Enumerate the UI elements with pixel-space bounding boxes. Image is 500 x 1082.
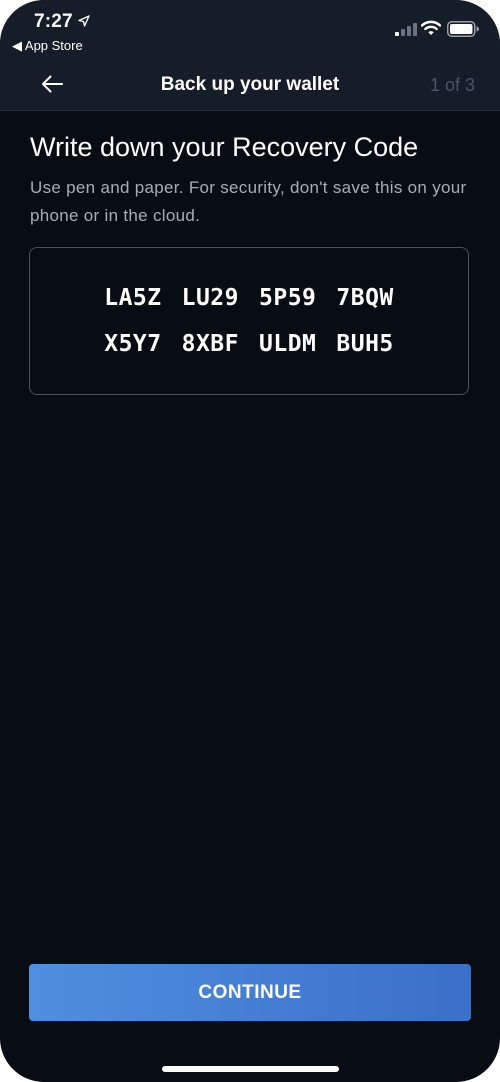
back-to-app-store-link[interactable]: ◀ App Store [12,38,83,54]
section-heading: Write down your Recovery Code [30,132,419,162]
status-time: 7:27 [34,11,73,32]
recovery-code-word: ULDM [259,331,317,357]
phone-screen: 7:27 ◀ App Store Back up your wallet 1 o… [0,0,500,1082]
recovery-code-box: LA5Z LU29 5P59 7BQW X5Y7 8XBF ULDM BUH5 [29,247,469,395]
recovery-code-word: 5P59 [259,285,317,311]
navigation-bar: Back up your wallet 1 of 3 [0,62,500,111]
battery-icon [447,21,479,42]
cellular-signal-icon [395,22,417,41]
home-indicator[interactable] [162,1066,339,1072]
recovery-code-row: LA5Z LU29 5P59 7BQW [104,285,394,311]
status-bar: 7:27 ◀ App Store [0,0,500,62]
instruction-text: Use pen and paper. For security, don't s… [30,178,467,225]
recovery-code-word: LU29 [181,285,239,311]
recovery-code-word: 7BQW [336,285,394,311]
arrow-left-icon [41,75,63,98]
recovery-code-word: 8XBF [181,331,239,357]
location-arrow-icon [78,14,90,32]
recovery-code-word: LA5Z [104,285,162,311]
wifi-icon [420,20,442,41]
step-indicator: 1 of 3 [429,75,475,95]
page-title: Back up your wallet [160,74,340,95]
back-button[interactable] [30,66,74,106]
recovery-code-row: X5Y7 8XBF ULDM BUH5 [104,331,394,357]
recovery-code-word: BUH5 [336,331,394,357]
continue-button[interactable]: CONTINUE [29,964,471,1021]
recovery-code-word: X5Y7 [104,331,162,357]
